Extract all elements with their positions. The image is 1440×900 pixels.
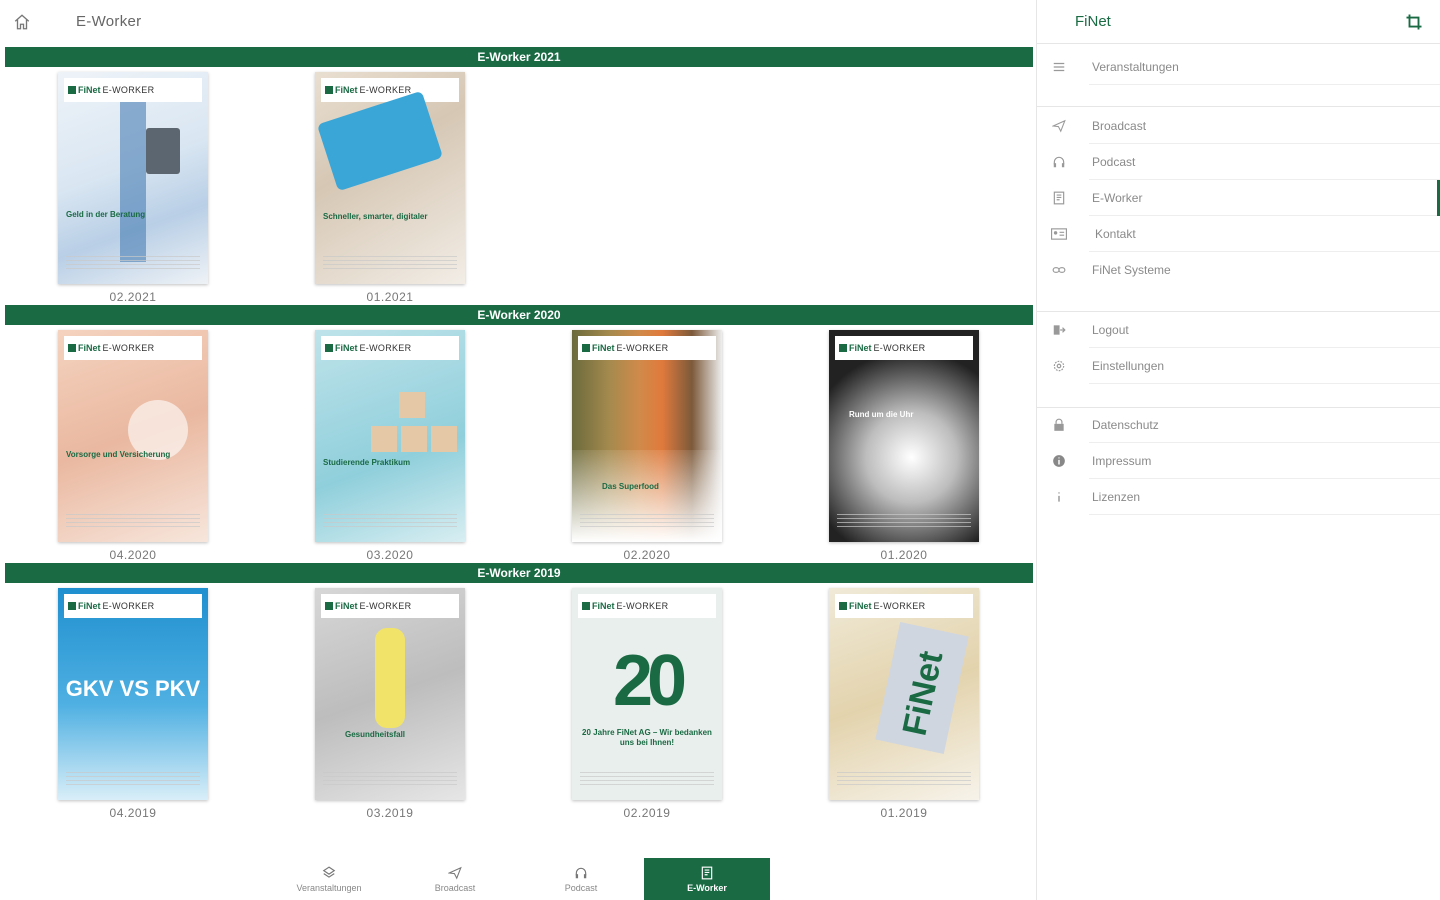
divider — [1037, 106, 1440, 107]
home-icon — [14, 14, 30, 30]
cover-masthead: FiNet E-WORKER — [835, 594, 973, 618]
issue-label: 01.2020 — [880, 548, 928, 562]
list-icon — [1053, 62, 1065, 72]
issue-cover: FiNet E-WORKER GKV VS PKV — [58, 588, 208, 800]
cover-masthead: FiNet E-WORKER — [578, 336, 716, 360]
info-small-icon — [1058, 492, 1060, 502]
issue-card[interactable]: FiNet E-WORKER Rund um die Uhr 01.2020 — [829, 330, 979, 562]
home-button[interactable] — [10, 10, 34, 34]
bottom-navigation: Veranstaltungen Broadcast Podcast E-Work… — [0, 858, 1036, 900]
gear-icon — [1053, 360, 1065, 372]
issue-label: 02.2021 — [109, 290, 157, 304]
send-icon — [448, 866, 462, 880]
send-icon — [1052, 119, 1066, 133]
lock-icon — [1054, 418, 1064, 431]
info-icon — [1053, 455, 1065, 467]
issue-label: 02.2019 — [623, 806, 671, 820]
menu-item-datenschutz[interactable]: Datenschutz — [1037, 407, 1440, 443]
drawer-toggle-button[interactable] — [1403, 11, 1425, 33]
side-drawer: FiNet Veranstaltungen Broadcast Podcast … — [1036, 0, 1440, 900]
issue-cover: FiNet E-WORKER 20 20 Jahre FiNet AG – Wir… — [572, 588, 722, 800]
section-header: E-Worker 2019 — [5, 563, 1033, 583]
menu-item-einstellungen[interactable]: Einstellungen — [1037, 348, 1440, 384]
menu-item-lizenzen[interactable]: Lizenzen — [1037, 479, 1440, 515]
issue-cover: FiNet E-WORKER Schneller, smarter, digita… — [315, 72, 465, 284]
issue-cover: FiNet E-WORKER Gesundheitsfall — [315, 588, 465, 800]
crop-icon — [1406, 14, 1422, 30]
issue-card[interactable]: FiNet E-WORKER 20 20 Jahre FiNet AG – Wir… — [572, 588, 722, 820]
issue-label: 04.2020 — [109, 548, 157, 562]
menu-item-logout[interactable]: Logout — [1037, 312, 1440, 348]
issue-card[interactable]: FiNet E-WORKER Geld in der Beratung 02.20… — [58, 72, 208, 304]
issue-cover: FiNet E-WORKER Vorsorge und Versicherung — [58, 330, 208, 542]
menu-item-podcast[interactable]: Podcast — [1037, 144, 1440, 180]
cover-masthead: FiNet E-WORKER — [321, 336, 459, 360]
page-title: E-Worker — [76, 13, 142, 30]
cover-masthead: FiNet E-WORKER — [321, 594, 459, 618]
event-icon — [322, 866, 336, 878]
cover-masthead: FiNet E-WORKER — [64, 336, 202, 360]
issue-label: 04.2019 — [109, 806, 157, 820]
issue-card[interactable]: FiNet E-WORKER Vorsorge und Versicherung … — [58, 330, 208, 562]
nav-e-worker[interactable]: E-Worker — [644, 858, 770, 900]
issue-label: 03.2020 — [366, 548, 414, 562]
cover-masthead: FiNet E-WORKER — [578, 594, 716, 618]
drawer-header: FiNet — [1037, 0, 1440, 44]
issue-label: 01.2021 — [366, 290, 414, 304]
issue-cover: FiNet E-WORKER Geld in der Beratung — [58, 72, 208, 284]
contact-card-icon — [1051, 228, 1067, 240]
headphones-icon — [575, 867, 587, 879]
issue-card[interactable]: FiNet E-WORKER Studierende Praktikum 03.2… — [315, 330, 465, 562]
issue-label: 03.2019 — [366, 806, 414, 820]
section-header: E-Worker 2020 — [5, 305, 1033, 325]
cover-masthead: FiNet E-WORKER — [835, 336, 973, 360]
menu-item-impressum[interactable]: Impressum — [1037, 443, 1440, 479]
logout-icon — [1053, 325, 1066, 335]
menu-item-e-worker[interactable]: E-Worker — [1037, 180, 1440, 216]
drawer-title: FiNet — [1075, 13, 1111, 30]
issue-cover: FiNet E-WORKER FiNet — [829, 588, 979, 800]
cover-masthead: FiNet E-WORKER — [321, 78, 459, 102]
issue-cover: FiNet E-WORKER Studierende Praktikum — [315, 330, 465, 542]
issue-card[interactable]: FiNet E-WORKER Das Superfood 02.2020 — [572, 330, 722, 562]
magazine-icon — [701, 866, 713, 880]
menu-item-broadcast[interactable]: Broadcast — [1037, 108, 1440, 144]
issue-cover: FiNet E-WORKER Das Superfood — [572, 330, 722, 542]
nav-veranstaltungen[interactable]: Veranstaltungen — [266, 858, 392, 900]
cover-masthead: FiNet E-WORKER — [64, 78, 202, 102]
issue-card[interactable]: FiNet E-WORKER FiNet 01.2019 — [829, 588, 979, 820]
issue-cover: FiNet E-WORKER Rund um die Uhr — [829, 330, 979, 542]
magazine-icon — [1053, 191, 1065, 205]
headphones-icon — [1053, 156, 1065, 168]
issue-card[interactable]: FiNet E-WORKER Gesundheitsfall 03.2019 — [315, 588, 465, 820]
issue-label: 01.2019 — [880, 806, 928, 820]
issue-card[interactable]: FiNet E-WORKER GKV VS PKV 04.2019 — [58, 588, 208, 820]
issue-label: 02.2020 — [623, 548, 671, 562]
menu-item-finet-systeme[interactable]: FiNet Systeme — [1037, 252, 1440, 288]
cover-masthead: FiNet E-WORKER — [64, 594, 202, 618]
link-icon — [1052, 267, 1066, 273]
nav-broadcast[interactable]: Broadcast — [392, 858, 518, 900]
top-bar: E-Worker — [0, 0, 1036, 44]
menu-item-veranstaltungen[interactable]: Veranstaltungen — [1037, 49, 1440, 85]
issue-card[interactable]: FiNet E-WORKER Schneller, smarter, digita… — [315, 72, 465, 304]
nav-podcast[interactable]: Podcast — [518, 858, 644, 900]
menu-item-kontakt[interactable]: Kontakt — [1037, 216, 1440, 252]
main-pane: E-Worker E-Worker 2021 FiNet E-WORKER Gel… — [0, 0, 1036, 900]
section-header: E-Worker 2021 — [5, 47, 1033, 67]
